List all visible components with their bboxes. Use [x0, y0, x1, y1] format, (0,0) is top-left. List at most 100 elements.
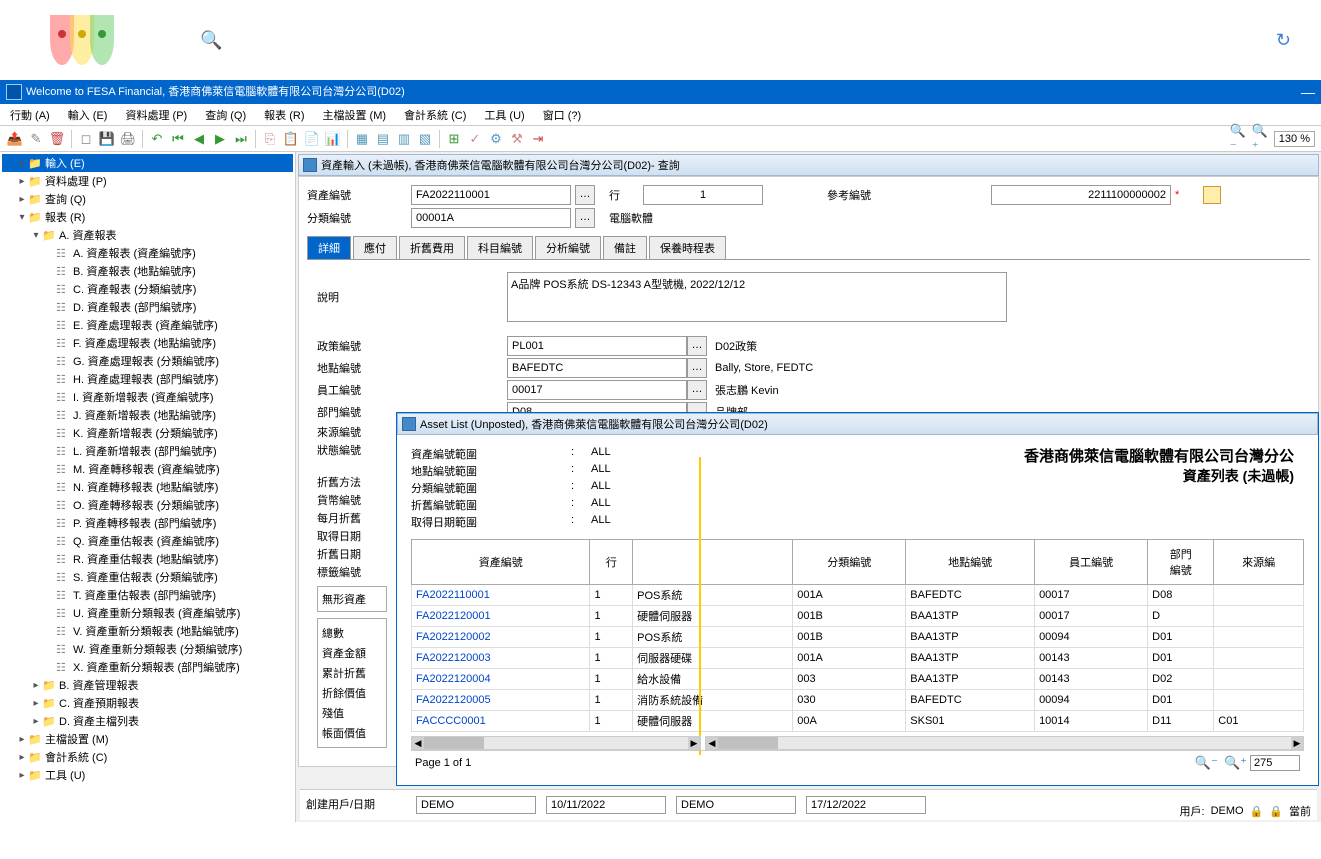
tree-input[interactable]: ▸📁輸入 (E) [2, 154, 293, 172]
asset-no-lookup[interactable]: … [575, 185, 595, 205]
menu-item[interactable]: 主檔設置 (M) [318, 105, 390, 125]
zoom-out-icon[interactable]: 🔍⁻ [1230, 130, 1248, 148]
export-icon[interactable]: 📤 [6, 130, 24, 148]
loc-input[interactable] [507, 358, 687, 378]
tree-c-group[interactable]: ▸📁C. 資產預期報表 [2, 694, 293, 712]
tree-report-item[interactable]: ☷E. 資產處理報表 (資產編號序) [2, 316, 293, 334]
column-header[interactable]: 資產編號 [412, 540, 590, 585]
menu-item[interactable]: 會計系統 (C) [400, 105, 470, 125]
tree-report-item[interactable]: ☷C. 資產報表 (分類編號序) [2, 280, 293, 298]
copy-icon[interactable]: ⎘ [261, 130, 279, 148]
tree-accounting[interactable]: ▸📁會計系統 (C) [2, 748, 293, 766]
new-icon[interactable]: ◻ [77, 130, 95, 148]
excel-icon[interactable]: ⊞ [445, 130, 463, 148]
column-header[interactable]: 地點編號 [906, 540, 1035, 585]
document-icon[interactable] [1203, 186, 1221, 204]
tab[interactable]: 備註 [603, 236, 647, 259]
menu-item[interactable]: 行動 (A) [6, 105, 54, 125]
grid3-icon[interactable]: ▥ [395, 130, 413, 148]
menu-item[interactable]: 資料處理 (P) [121, 105, 191, 125]
approve-icon[interactable]: ✓ [466, 130, 484, 148]
doc1-icon[interactable]: 📋 [282, 130, 300, 148]
line-input[interactable] [643, 185, 763, 205]
column-header[interactable]: 員工編號 [1035, 540, 1148, 585]
grid2-icon[interactable]: ▤ [374, 130, 392, 148]
table-row[interactable]: FA20221200051消防系統設備030BAFEDTC00094D01 [412, 690, 1304, 711]
tree-report-item[interactable]: ☷I. 資產新增報表 (資產編號序) [2, 388, 293, 406]
create-date-input[interactable] [546, 796, 666, 814]
tree-report-item[interactable]: ☷F. 資產處理報表 (地點編號序) [2, 334, 293, 352]
tree-report-item[interactable]: ☷P. 資產轉移報表 (部門編號序) [2, 514, 293, 532]
tab[interactable]: 科目編號 [467, 236, 533, 259]
loc-lookup[interactable]: … [687, 358, 707, 378]
policy-lookup[interactable]: … [687, 336, 707, 356]
tree-report-item[interactable]: ☷B. 資產報表 (地點編號序) [2, 262, 293, 280]
tree-report-item[interactable]: ☷X. 資產重新分類報表 (部門編號序) [2, 658, 293, 676]
edit-icon[interactable]: ✎ [27, 130, 45, 148]
zoom-in-icon[interactable]: 🔍⁺ [1252, 130, 1270, 148]
tree-report-item[interactable]: ☷Q. 資產重估報表 (資產編號序) [2, 532, 293, 550]
tree-query[interactable]: ▸📁查詢 (Q) [2, 190, 293, 208]
grid4-icon[interactable]: ▧ [416, 130, 434, 148]
tree-report[interactable]: ▾📁報表 (R) [2, 208, 293, 226]
tree-d-group[interactable]: ▸📁D. 資產主檔列表 [2, 712, 293, 730]
tree-report-item[interactable]: ☷S. 資產重估報表 (分類編號序) [2, 568, 293, 586]
next-icon[interactable]: ▶ [211, 130, 229, 148]
column-header[interactable]: 來源編 [1214, 540, 1304, 585]
menu-item[interactable]: 報表 (R) [260, 105, 308, 125]
tree-b-group[interactable]: ▸📁B. 資產管理報表 [2, 676, 293, 694]
page-input[interactable] [1250, 755, 1300, 771]
table-row[interactable]: FA20221200031伺服器硬碟001ABAA13TP00143D01 [412, 648, 1304, 669]
doc2-icon[interactable]: 📄 [303, 130, 321, 148]
tree-report-item[interactable]: ☷V. 資產重新分類報表 (地點編號序) [2, 622, 293, 640]
prev-icon[interactable]: ◀ [190, 130, 208, 148]
table-row[interactable]: FA20221200041給水設備003BAA13TP00143D02 [412, 669, 1304, 690]
scroll-right[interactable]: ◀▶ [705, 736, 1304, 750]
column-header[interactable]: 分類編號 [793, 540, 906, 585]
emp-lookup[interactable]: … [687, 380, 707, 400]
tree-report-item[interactable]: ☷L. 資產新增報表 (部門編號序) [2, 442, 293, 460]
pager-zoom-out-icon[interactable]: 🔍⁻ [1195, 755, 1218, 771]
tree-report-item[interactable]: ☷R. 資產重估報表 (地點編號序) [2, 550, 293, 568]
tree-report-item[interactable]: ☷J. 資產新增報表 (地點編號序) [2, 406, 293, 424]
menu-item[interactable]: 窗口 (?) [539, 105, 586, 125]
tree-tools[interactable]: ▸📁工具 (U) [2, 766, 293, 784]
tree-report-item[interactable]: ☷W. 資產重新分類報表 (分類編號序) [2, 640, 293, 658]
scroll-left[interactable]: ◀▶ [411, 736, 701, 750]
search-icon[interactable]: 🔍 [200, 30, 222, 51]
tool1-icon[interactable]: ⚙ [487, 130, 505, 148]
create-user-input[interactable] [416, 796, 536, 814]
print-icon[interactable]: 🖨 [119, 130, 137, 148]
asset-no-input[interactable] [411, 185, 571, 205]
tab[interactable]: 保養時程表 [649, 236, 726, 259]
last-icon[interactable]: ⏭ [232, 130, 250, 148]
pager-zoom-in-icon[interactable]: 🔍⁺ [1224, 755, 1247, 771]
tree-report-item[interactable]: ☷D. 資產報表 (部門編號序) [2, 298, 293, 316]
column-header[interactable]: 行 [590, 540, 633, 585]
ref-input[interactable] [991, 185, 1171, 205]
emp-input[interactable] [507, 380, 687, 400]
refresh-icon[interactable]: ↻ [1276, 30, 1291, 51]
delete-icon[interactable]: 🗑 [48, 130, 66, 148]
first-icon[interactable]: ⏮ [169, 130, 187, 148]
modify-date-input[interactable] [806, 796, 926, 814]
menu-item[interactable]: 查詢 (Q) [201, 105, 250, 125]
tree-asset-reports[interactable]: ▾📁A. 資產報表 [2, 226, 293, 244]
menu-item[interactable]: 輸入 (E) [64, 105, 112, 125]
tool2-icon[interactable]: ⚒ [508, 130, 526, 148]
tree-report-item[interactable]: ☷A. 資產報表 (資產編號序) [2, 244, 293, 262]
tree-report-item[interactable]: ☷T. 資產重估報表 (部門編號序) [2, 586, 293, 604]
cat-input[interactable] [411, 208, 571, 228]
tree-report-item[interactable]: ☷O. 資產轉移報表 (分類編號序) [2, 496, 293, 514]
column-header[interactable]: 部門編號 [1148, 540, 1214, 585]
tree-report-item[interactable]: ☷U. 資產重新分類報表 (資產編號序) [2, 604, 293, 622]
tree-report-item[interactable]: ☷M. 資產轉移報表 (資產編號序) [2, 460, 293, 478]
cat-lookup[interactable]: … [575, 208, 595, 228]
tab[interactable]: 詳細 [307, 236, 351, 259]
report-icon[interactable]: 📊 [324, 130, 342, 148]
tree-report-item[interactable]: ☷H. 資產處理報表 (部門編號序) [2, 370, 293, 388]
grid1-icon[interactable]: ▦ [353, 130, 371, 148]
tree-master[interactable]: ▸📁主檔設置 (M) [2, 730, 293, 748]
desc-textarea[interactable] [507, 272, 1007, 322]
exit-icon[interactable]: ⇥ [529, 130, 547, 148]
